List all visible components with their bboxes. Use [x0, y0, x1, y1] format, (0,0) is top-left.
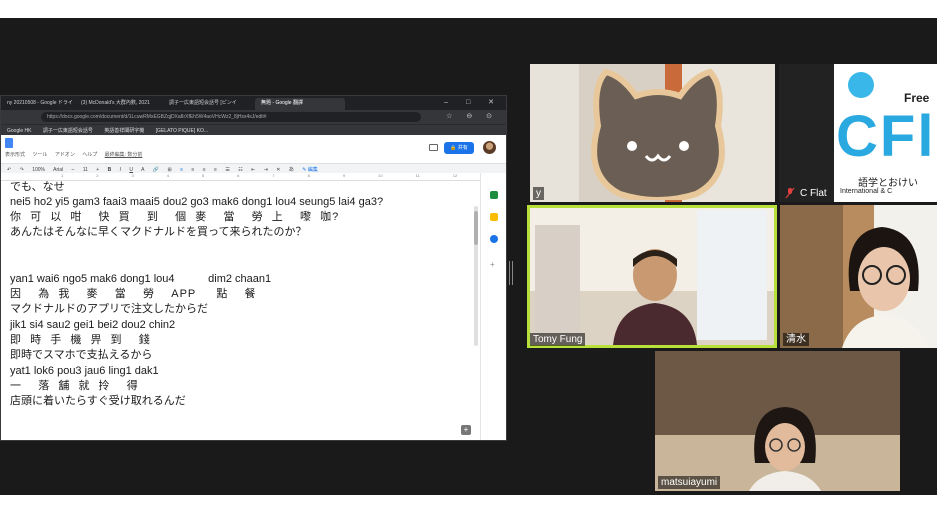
doc-line[interactable]: 即時でスマホで支払えるから — [10, 349, 152, 362]
video-tile-matsuiayumi[interactable]: matsuiayumi — [655, 351, 900, 491]
zoom-gallery: ny 20210508 - Google ドライ (3) McDonald's … — [0, 18, 937, 495]
calendar-icon[interactable] — [490, 191, 498, 199]
doc-line[interactable]: マクドナルドのアプリで注文したからだ — [10, 303, 208, 316]
logo-main-text: CFla — [836, 104, 937, 169]
add-button[interactable]: + — [461, 425, 471, 435]
document-body[interactable]: でも、なせ nei5 ho2 yi5 gam3 faai3 maai5 dou2… — [1, 181, 481, 440]
doc-line[interactable]: 你 可 以 咁 快 買 到 個 麥 當 勞 上 嚟 咖? — [10, 211, 339, 224]
ruler-mark: 3 — [131, 173, 134, 178]
tasks-icon[interactable] — [490, 235, 498, 243]
ruler-mark: 9 — [342, 173, 346, 178]
extension-icons[interactable]: ☆ ⊖ ⊙ — [446, 112, 498, 120]
window-controls[interactable]: – □ ✕ — [444, 98, 502, 106]
split-view-handle[interactable] — [509, 261, 513, 285]
menu-item[interactable]: アドオン — [55, 152, 75, 158]
bookmark-item[interactable]: 調子一広東語短会話号 — [43, 128, 93, 134]
ruler-mark: 7 — [272, 173, 275, 178]
bookmark-item[interactable]: Google HK — [7, 128, 31, 134]
docs-toolbar: ↶ ↷ 100% Arial – 11 + B I U A 🔗 ⊞ ≡ ≡ ≡ … — [1, 163, 506, 173]
menu-item[interactable]: ツール — [32, 152, 47, 158]
mic-muted-icon — [785, 187, 795, 199]
add-addon-icon[interactable]: + — [490, 261, 498, 269]
participant-name: 清水 — [783, 333, 809, 346]
participant-video-person — [842, 227, 928, 348]
url-field[interactable]: https://docs.google.com/document/d/1Lcuw… — [41, 112, 421, 122]
bookmark-item[interactable]: 英語善祥閣研字機 — [104, 128, 144, 134]
video-tile-cflat[interactable]: Free CFla 語学とおけい International & C C Fla… — [779, 64, 937, 202]
ruler-mark: 10 — [378, 173, 383, 178]
bookmarks-bar: Google HK 調子一広東語短会話号 英語善祥閣研字機 [GELATO PI… — [1, 124, 506, 135]
browser-tab[interactable]: (3) McDonald's 大群內數, 2021 — [75, 98, 161, 110]
cat-face-icon — [591, 68, 725, 200]
video-tile-tomy-fung[interactable]: Tomy Fung — [527, 205, 777, 348]
ruler[interactable]: 123456789101112131415161718 — [1, 173, 481, 181]
participant-video-person — [749, 407, 821, 491]
participant-name: Tomy Fung — [530, 333, 586, 346]
browser-tab-active[interactable]: 無題 - Google 翻譯 — [255, 98, 345, 110]
keep-icon[interactable] — [490, 213, 498, 221]
menu-item[interactable]: 表示形式 — [5, 152, 25, 158]
address-bar: https://docs.google.com/document/d/1Lcuw… — [1, 110, 506, 124]
side-panel: + — [480, 173, 506, 440]
browser-tab-bar: ny 20210508 - Google ドライ (3) McDonald's … — [1, 96, 506, 110]
ruler-mark: 6 — [237, 173, 240, 178]
participant-name: C Flat — [800, 188, 827, 199]
ruler-mark: 5 — [201, 173, 205, 178]
menu-item[interactable]: ヘルプ — [82, 152, 97, 158]
globe-icon — [848, 72, 874, 98]
browser-tab[interactable]: 調子一広東語短会話号 [ピンイ — [163, 98, 253, 110]
background-window — [697, 210, 767, 340]
browser-tab[interactable]: ny 20210508 - Google ドライ — [1, 98, 73, 110]
ruler-mark: 12 — [452, 173, 458, 178]
logo-free-text: Free — [904, 91, 930, 105]
participant-video-person — [613, 249, 697, 345]
docs-menu-bar: 表示形式 ツール アドオン ヘルプ 最終編集: 数分前 — [5, 151, 148, 158]
logo-sub-text: 語学とおけい — [858, 178, 918, 189]
bookmark-item[interactable]: [GELATO PIQUE] KO... — [156, 128, 208, 134]
participant-name: y — [533, 187, 544, 200]
cflat-logo: Free CFla 語学とおけい International & C — [834, 64, 937, 202]
scrollbar-thumb[interactable] — [474, 211, 478, 245]
doc-line[interactable]: jik1 si4 sau2 gei1 bei2 dou2 chin2 — [10, 319, 175, 332]
profile-avatar[interactable] — [483, 141, 496, 154]
video-tile-shimizu[interactable]: 清水 — [780, 205, 937, 348]
docs-logo-icon[interactable] — [5, 138, 13, 148]
doc-line[interactable]: yan1 wai6 ngo5 mak6 dong1 lou4 dim2 chaa… — [10, 273, 271, 286]
comment-icon[interactable] — [429, 144, 438, 151]
doc-line[interactable]: nei5 ho2 yi5 gam3 faai3 maai5 dou2 go3 m… — [10, 196, 383, 209]
ruler-mark: 1 — [61, 173, 64, 178]
doc-line[interactable]: 店頭に着いたらすぐ受け取れるんだ — [10, 395, 186, 408]
doc-line[interactable]: 一 落 舖 就 拎 得 — [10, 380, 139, 393]
video-tile-y[interactable]: y — [530, 64, 775, 202]
doc-line[interactable]: でも、なせ — [10, 181, 65, 194]
share-button[interactable]: 🔒 共有 — [444, 142, 474, 154]
doc-line[interactable]: 因 為 我 麥 當 勞 APP 點 餐 — [10, 288, 257, 301]
ruler-mark: 11 — [415, 173, 420, 178]
background-door — [535, 225, 580, 335]
ruler-mark: 8 — [307, 173, 310, 178]
docs-header: 表示形式 ツール アドオン ヘルプ 最終編集: 数分前 🔒 共有 — [1, 135, 506, 163]
doc-line[interactable]: あんたはそんなに早くマクドナルドを買って来られたのか？ — [10, 226, 306, 239]
last-edit-link[interactable]: 最終編集: 数分前 — [105, 152, 143, 158]
shared-screen-browser[interactable]: ny 20210508 - Google ドライ (3) McDonald's … — [0, 95, 507, 441]
logo-sub2-text: International & C — [840, 188, 893, 195]
doc-line[interactable]: yat1 lok6 pou3 jau6 ling1 dak1 — [10, 365, 159, 378]
doc-line[interactable]: 即 時 手 機 畀 到 錢 — [10, 334, 151, 347]
ruler-mark: 2 — [96, 173, 99, 178]
participant-name: matsuiayumi — [658, 476, 721, 489]
ruler-mark: 4 — [166, 173, 169, 178]
